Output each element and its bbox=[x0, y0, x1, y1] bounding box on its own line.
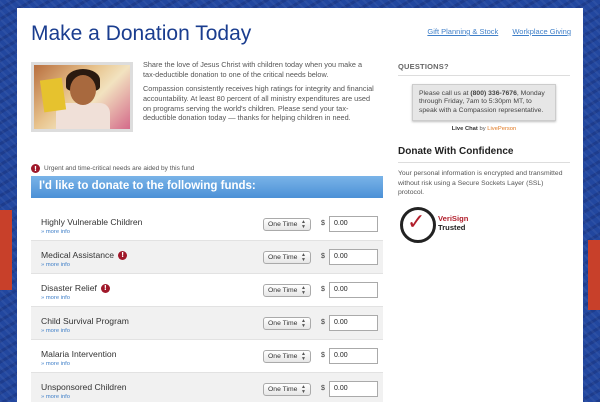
fund-name: Disaster Relief! bbox=[41, 283, 110, 293]
frequency-value: One Time bbox=[268, 386, 298, 393]
call-text: Please call us at bbox=[419, 90, 471, 97]
select-arrows-icon: ▲ ▼ bbox=[301, 350, 306, 362]
frequency-select[interactable]: One Time ▲ ▼ bbox=[263, 218, 311, 231]
select-arrows-icon: ▲ ▼ bbox=[301, 383, 306, 395]
workplace-giving-link[interactable]: Workplace Giving bbox=[512, 27, 571, 36]
intro-text: Share the love of Jesus Christ with chil… bbox=[143, 60, 375, 128]
fund-row: Child Survival Program » more info One Tim… bbox=[31, 307, 383, 340]
fund-label: Medical Assistance bbox=[41, 250, 115, 260]
frequency-value: One Time bbox=[268, 254, 298, 261]
confidence-text: Your personal information is encrypted a… bbox=[398, 170, 563, 196]
phone-number: (800) 336-7676 bbox=[470, 90, 517, 97]
child-photo bbox=[31, 62, 133, 132]
checkmark-icon: ✓ bbox=[407, 209, 426, 235]
fund-label: Unsponsored Children bbox=[41, 382, 127, 392]
border-accent bbox=[588, 240, 600, 310]
currency-symbol: $ bbox=[321, 385, 325, 392]
currency-symbol: $ bbox=[321, 352, 325, 359]
sidebar: QUESTIONS? Please call us at (800) 336-7… bbox=[398, 62, 570, 245]
select-arrows-icon: ▲ ▼ bbox=[301, 284, 306, 296]
call-box: Please call us at (800) 336-7676, Monday… bbox=[412, 84, 556, 122]
questions-label: QUESTIONS? bbox=[398, 62, 449, 71]
select-arrows-icon: ▲ ▼ bbox=[301, 251, 306, 263]
frequency-value: One Time bbox=[268, 287, 298, 294]
more-info-link[interactable]: » more info bbox=[41, 295, 70, 301]
frequency-value: One Time bbox=[268, 353, 298, 360]
more-info-link[interactable]: » more info bbox=[41, 394, 70, 400]
select-arrows-icon: ▲ ▼ bbox=[301, 317, 306, 329]
intro-paragraph: Compassion consistently receives high ra… bbox=[143, 84, 374, 123]
verisign-text: VeriSign Trusted bbox=[438, 214, 468, 232]
funds-header: I'd like to donate to the following fund… bbox=[31, 176, 383, 198]
fund-name: Medical Assistance! bbox=[41, 250, 128, 260]
fund-label: Child Survival Program bbox=[41, 316, 129, 326]
amount-input[interactable]: 0.00 bbox=[329, 282, 378, 298]
page-title: Make a Donation Today bbox=[31, 22, 252, 45]
urgent-legend: ! Urgent and time-critical needs are aid… bbox=[31, 164, 194, 173]
more-info-link[interactable]: » more info bbox=[41, 262, 70, 268]
frequency-select[interactable]: One Time ▲ ▼ bbox=[263, 251, 311, 264]
funds-list: Highly Vulnerable Children » more info One… bbox=[31, 208, 383, 402]
intro-paragraph: Share the love of Jesus Christ with chil… bbox=[143, 60, 363, 79]
alert-icon: ! bbox=[118, 250, 128, 260]
amount-input[interactable]: 0.00 bbox=[329, 381, 378, 397]
amount-input[interactable]: 0.00 bbox=[329, 348, 378, 364]
more-info-link[interactable]: » more info bbox=[41, 229, 70, 235]
frequency-select[interactable]: One Time ▲ ▼ bbox=[263, 317, 311, 330]
border-accent bbox=[0, 210, 12, 290]
liveperson-link[interactable]: LivePerson bbox=[487, 126, 516, 132]
gift-planning-link[interactable]: Gift Planning & Stock bbox=[427, 27, 498, 36]
fund-name: Malaria Intervention bbox=[41, 349, 116, 359]
fund-name: Unsponsored Children bbox=[41, 382, 127, 392]
frequency-value: One Time bbox=[268, 221, 298, 228]
fund-label: Disaster Relief bbox=[41, 283, 97, 293]
content-panel: Make a Donation Today Gift Planning & St… bbox=[17, 8, 583, 402]
select-arrows-icon: ▲ ▼ bbox=[301, 218, 306, 230]
amount-input[interactable]: 0.00 bbox=[329, 216, 378, 232]
more-info-link[interactable]: » more info bbox=[41, 361, 70, 367]
frequency-select[interactable]: One Time ▲ ▼ bbox=[263, 350, 311, 363]
frequency-select[interactable]: One Time ▲ ▼ bbox=[263, 383, 311, 396]
fund-row: Unsponsored Children » more info One Time ▲… bbox=[31, 373, 383, 402]
verisign-seal[interactable]: ✓ VeriSign Trusted bbox=[400, 203, 480, 245]
verisign-trusted: Trusted bbox=[438, 222, 466, 232]
amount-input[interactable]: 0.00 bbox=[329, 315, 378, 331]
alert-icon: ! bbox=[100, 283, 110, 293]
divider bbox=[398, 75, 570, 76]
live-chat-link[interactable]: Live Chat by LivePerson bbox=[398, 126, 570, 132]
live-chat-label[interactable]: Live Chat bbox=[452, 126, 478, 132]
fund-row: Medical Assistance! » more info One Time ▲ ▼… bbox=[31, 241, 383, 274]
fund-name: Highly Vulnerable Children bbox=[41, 217, 142, 227]
fund-label: Malaria Intervention bbox=[41, 349, 117, 359]
confidence-heading: Donate With Confidence bbox=[398, 146, 514, 158]
divider bbox=[398, 162, 570, 164]
fund-row: Malaria Intervention » more info One Time ▲… bbox=[31, 340, 383, 373]
frequency-select[interactable]: One Time ▲ ▼ bbox=[263, 284, 311, 297]
currency-symbol: $ bbox=[321, 220, 325, 227]
frequency-value: One Time bbox=[268, 320, 298, 327]
fund-row: Highly Vulnerable Children » more info One… bbox=[31, 208, 383, 241]
currency-symbol: $ bbox=[321, 253, 325, 260]
fund-label: Highly Vulnerable Children bbox=[41, 217, 143, 227]
fund-name: Child Survival Program bbox=[41, 316, 129, 326]
alert-icon: ! bbox=[31, 164, 40, 173]
more-info-link[interactable]: » more info bbox=[41, 328, 70, 334]
currency-symbol: $ bbox=[321, 286, 325, 293]
top-links: Gift Planning & Stock Workplace Giving bbox=[415, 27, 571, 36]
urgent-legend-text: Urgent and time-critical needs are aided… bbox=[44, 165, 195, 172]
live-chat-by: by bbox=[479, 126, 486, 133]
currency-symbol: $ bbox=[321, 319, 325, 326]
amount-input[interactable]: 0.00 bbox=[329, 249, 378, 265]
fund-row: Disaster Relief! » more info One Time ▲ ▼ $0.… bbox=[31, 274, 383, 307]
